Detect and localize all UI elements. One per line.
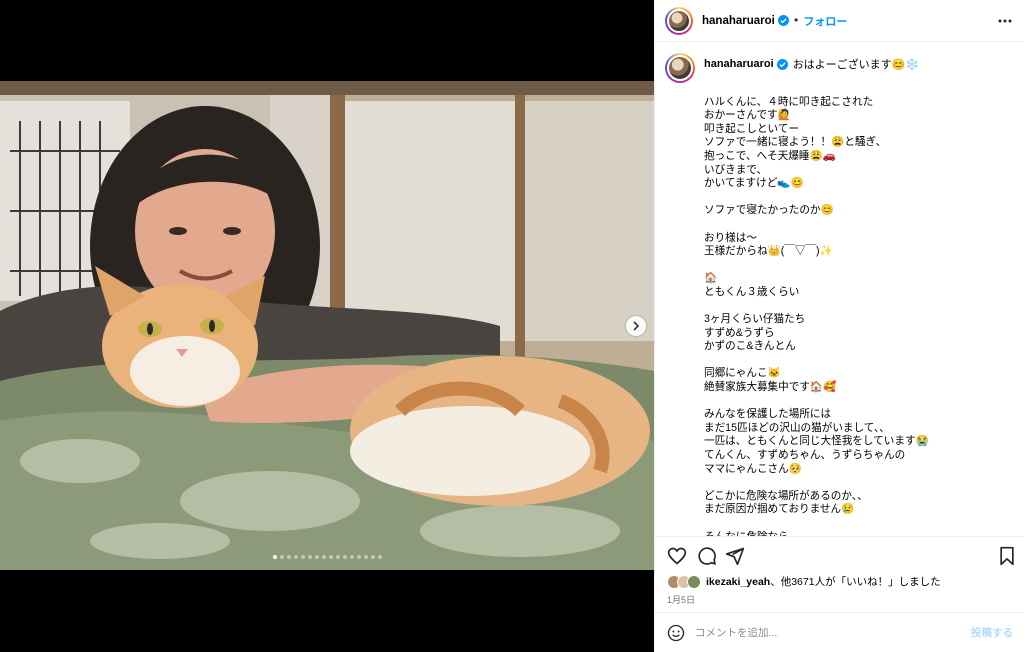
carousel-dot xyxy=(272,555,277,559)
header-username[interactable]: hanaharuaroi xyxy=(702,15,775,27)
comment-input[interactable] xyxy=(695,626,971,639)
heart-icon[interactable] xyxy=(667,546,687,566)
caption-line: まだ15匹ほどの沢山の猫がいまして、、 xyxy=(704,421,890,434)
likes-user: ikezaki_yeah xyxy=(706,576,771,588)
caption-line: みんなを保護した場所には xyxy=(704,408,832,421)
caption-line: すずめ&うずら xyxy=(704,326,775,339)
comment-bar: 投稿する xyxy=(655,612,1024,652)
verified-icon xyxy=(776,58,788,70)
caption-line: 絶賛家族大募集中です🏠🥰 xyxy=(704,381,837,394)
caption-line: 一匹は、ともくんと同じ大怪我をしています😭 xyxy=(704,435,929,448)
liker-avatar xyxy=(687,574,701,589)
likes-row: ikezaki_yeah、他3671人が「いいね！」しました xyxy=(667,574,941,589)
caption-line: 抱っこで、へそ天爆睡😩🚗 xyxy=(704,149,836,162)
more-icon xyxy=(998,19,1012,23)
caption-line: ソファで寝たかったのか😊 xyxy=(704,204,834,217)
caption-line xyxy=(704,300,1004,314)
caption-line xyxy=(704,218,1004,232)
post-date[interactable]: 1月5日 xyxy=(667,593,695,606)
bookmark-icon[interactable] xyxy=(997,546,1017,566)
caption-line: かいてますけど👟😊 xyxy=(704,177,804,190)
next-slide-button[interactable] xyxy=(626,316,646,336)
post-header: hanaharuaroi • フォロー xyxy=(655,0,1024,42)
carousel-dot xyxy=(349,555,354,559)
caption-line: ソファで一緒に寝よう！！😩と騒ぎ、 xyxy=(704,136,887,149)
caption-line: いびきまで、 xyxy=(704,163,768,176)
post-comment-button[interactable]: 投稿する xyxy=(971,625,1013,640)
carousel-dot xyxy=(300,555,305,559)
caption-line: まだ原因が掴めておりません😢 xyxy=(704,503,855,516)
chevron-right-icon xyxy=(633,321,640,331)
caption-first-line: おはよーございます😊❄️ xyxy=(792,59,920,71)
caption-line xyxy=(704,476,1004,490)
caption-line xyxy=(704,191,1004,205)
caption-area[interactable]: hanaharuaroi おはよーございます😊❄️ ハルくんに、４時に叩き起こさ… xyxy=(655,43,1024,536)
caption-line: おかーさんです🙋 xyxy=(704,109,791,122)
caption-username[interactable]: hanaharuaroi xyxy=(704,58,774,70)
action-bar xyxy=(655,536,1024,572)
caption-line: おり様は〜 xyxy=(704,231,757,244)
caption-line: 3ヶ月くらい仔猫たち xyxy=(704,313,806,326)
carousel-dot xyxy=(293,555,298,559)
carousel-dot xyxy=(279,555,284,559)
caption-line: てんくん、すずめちゃん、うずらちゃんの xyxy=(704,449,906,462)
caption-line: 叩き起こしといてー xyxy=(704,122,800,135)
carousel-dot xyxy=(377,555,382,559)
carousel-dot xyxy=(328,555,333,559)
more-options-button[interactable] xyxy=(997,13,1013,29)
carousel-dot xyxy=(335,555,340,559)
caption-line xyxy=(704,395,1004,409)
caption-avatar[interactable] xyxy=(665,53,695,83)
caption-line xyxy=(704,517,1004,531)
carousel-dot xyxy=(370,555,375,559)
post-side-panel: hanaharuaroi • フォロー hanaharuaroi おはよーござい… xyxy=(654,0,1024,652)
share-icon[interactable] xyxy=(725,546,745,566)
caption-line: ハルくんに、４時に叩き起こされた xyxy=(704,95,874,108)
carousel-dot xyxy=(307,555,312,559)
caption-line xyxy=(704,82,1004,96)
carousel-dot xyxy=(356,555,361,559)
caption-line: ともくん３歳くらい xyxy=(704,285,800,298)
header-separator: • xyxy=(792,14,800,27)
caption-line xyxy=(704,259,1004,273)
caption-line: 🏠 xyxy=(704,272,718,285)
caption-line: ママにゃんこさん🥺 xyxy=(704,462,802,475)
carousel-dot xyxy=(363,555,368,559)
carousel-dots xyxy=(0,555,654,559)
caption-line xyxy=(704,354,1004,368)
carousel-dot xyxy=(286,555,291,559)
verified-icon xyxy=(777,15,789,26)
carousel-dot xyxy=(314,555,319,559)
carousel-dot xyxy=(321,555,326,559)
caption-line: かずのこ&きんとん xyxy=(704,340,796,353)
post-photo[interactable] xyxy=(0,81,654,570)
avatar[interactable] xyxy=(665,6,693,35)
comment-icon[interactable] xyxy=(697,546,717,566)
caption-text: ハルくんに、４時に叩き起こされた おかーさんです🙋 叩き起こしといてー ソファで一緒に… xyxy=(704,82,1004,536)
caption-line: 同郷にゃんこ🐱 xyxy=(704,367,781,380)
post-media xyxy=(0,0,654,652)
emoji-icon[interactable] xyxy=(667,624,685,642)
caption-line: 王様だからね👑(￣▽￣)✨ xyxy=(704,245,833,258)
follow-button[interactable]: フォロー xyxy=(803,13,847,29)
carousel-dot xyxy=(342,555,347,559)
likes-text[interactable]: ikezaki_yeah、他3671人が「いいね！」しました xyxy=(706,574,941,589)
caption-line: どこかに危険な場所があるのか、、 xyxy=(704,489,868,502)
likes-rest: 、他3671人が「いいね！」しました xyxy=(770,576,941,588)
